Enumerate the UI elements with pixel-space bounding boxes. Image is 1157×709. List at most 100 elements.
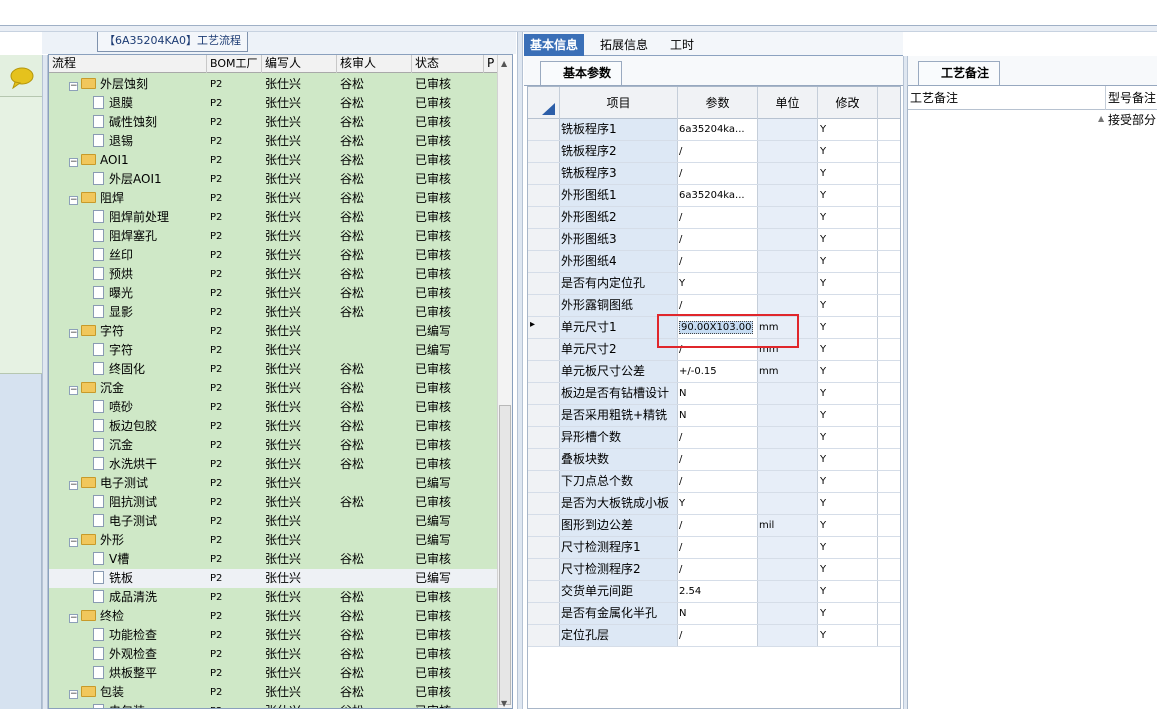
param-value-cell[interactable]: Y	[678, 273, 758, 294]
collapse-toggle-icon[interactable]: −	[69, 329, 78, 338]
tree-item-row[interactable]: 电包装 P2 张仕兴 谷松 已审核	[49, 702, 499, 708]
param-unit-cell[interactable]	[758, 405, 818, 426]
row-indicator[interactable]	[528, 295, 560, 316]
col-header-item[interactable]: 项目	[560, 87, 678, 119]
row-indicator[interactable]	[528, 493, 560, 514]
col-header-unit[interactable]: 单位	[758, 87, 818, 119]
param-row[interactable]: 叠板块数 / Y	[528, 449, 900, 471]
param-value-cell[interactable]: N	[678, 405, 758, 426]
param-unit-cell[interactable]	[758, 207, 818, 228]
tree-item-row[interactable]: 喷砂 P2 张仕兴 谷松 已审核	[49, 398, 499, 417]
param-row[interactable]: 图形到边公差 / mil Y	[528, 515, 900, 537]
collapse-toggle-icon[interactable]: −	[69, 614, 78, 623]
param-value-cell[interactable]: 2.54	[678, 581, 758, 602]
scroll-up-arrow-icon[interactable]: ▲	[501, 59, 507, 68]
row-indicator[interactable]	[528, 339, 560, 360]
param-unit-cell[interactable]	[758, 273, 818, 294]
row-indicator[interactable]	[528, 163, 560, 184]
collapse-toggle-icon[interactable]: −	[69, 481, 78, 490]
collapse-toggle-icon[interactable]: −	[69, 158, 78, 167]
param-unit-cell[interactable]	[758, 559, 818, 580]
tree-item-row[interactable]: 预烘 P2 张仕兴 谷松 已审核	[49, 265, 499, 284]
param-row[interactable]: 尺寸检测程序1/ Y	[528, 537, 900, 559]
tree-folder-row[interactable]: − 终检 P2 张仕兴 谷松 已审核	[49, 607, 499, 626]
row-indicator[interactable]	[528, 251, 560, 272]
param-modify-cell[interactable]: Y	[818, 383, 878, 404]
tree-item-row[interactable]: 成品清洗 P2 张仕兴 谷松 已审核	[49, 588, 499, 607]
param-row[interactable]: 铣板程序3/ Y	[528, 163, 900, 185]
param-row[interactable]: 是否有内定位孔 Y Y	[528, 273, 900, 295]
tree-item-row[interactable]: 阻抗测试 P2 张仕兴 谷松 已审核	[49, 493, 499, 512]
param-row[interactable]: 外形图纸3/ Y	[528, 229, 900, 251]
param-modify-cell[interactable]: Y	[818, 339, 878, 360]
collapse-toggle-icon[interactable]: −	[69, 82, 78, 91]
col-header-value[interactable]: 参数	[678, 87, 758, 119]
collapse-toggle-icon[interactable]: −	[69, 196, 78, 205]
param-row[interactable]: 异形槽个数 / Y	[528, 427, 900, 449]
row-indicator[interactable]	[528, 383, 560, 404]
param-value-cell[interactable]: /	[678, 427, 758, 448]
param-value-cell[interactable]: N	[678, 603, 758, 624]
param-row[interactable]: 交货单元间距 2.54 Y	[528, 581, 900, 603]
col-header-reviewer[interactable]: 核审人	[337, 55, 412, 73]
tree-item-row[interactable]: 烘板整平 P2 张仕兴 谷松 已审核	[49, 664, 499, 683]
row-indicator[interactable]	[528, 537, 560, 558]
row-indicator[interactable]	[528, 625, 560, 646]
tree-item-row[interactable]: 阻焊前处理 P2 张仕兴 谷松 已审核	[49, 208, 499, 227]
param-value-cell[interactable]: /	[678, 449, 758, 470]
tree-item-row[interactable]: 显影 P2 张仕兴 谷松 已审核	[49, 303, 499, 322]
param-value-cell[interactable]: 6a35204ka...	[678, 119, 758, 140]
tree-item-row[interactable]: 退锡 P2 张仕兴 谷松 已审核	[49, 132, 499, 151]
param-value-cell[interactable]: /	[678, 471, 758, 492]
tree-folder-row[interactable]: − 字符 P2 张仕兴 已编写	[49, 322, 499, 341]
param-row[interactable]: 外形图纸1 6a35204ka... Y	[528, 185, 900, 207]
param-unit-cell[interactable]	[758, 603, 818, 624]
col-header-status[interactable]: 状态	[412, 55, 484, 73]
param-unit-cell[interactable]	[758, 141, 818, 162]
param-unit-cell[interactable]	[758, 537, 818, 558]
tree-item-row[interactable]: 铣板 P2 张仕兴 已编写	[49, 569, 499, 588]
scroll-down-arrow-icon[interactable]: ▼	[501, 699, 507, 708]
col-header-process[interactable]: 流程	[49, 55, 207, 73]
param-row[interactable]: 是否采用粗铣+精铣 N Y	[528, 405, 900, 427]
param-row[interactable]: 是否有金属化半孔 N Y	[528, 603, 900, 625]
col-header-bom[interactable]: BOM工厂	[207, 55, 262, 73]
param-unit-cell[interactable]	[758, 625, 818, 646]
param-modify-cell[interactable]: Y	[818, 515, 878, 536]
row-indicator[interactable]	[528, 207, 560, 228]
param-unit-cell[interactable]	[758, 581, 818, 602]
param-modify-cell[interactable]: Y	[818, 427, 878, 448]
param-modify-cell[interactable]: Y	[818, 251, 878, 272]
param-row[interactable]: 单元板尺寸公差 +/-0.15 mm Y	[528, 361, 900, 383]
param-modify-cell[interactable]: Y	[818, 273, 878, 294]
tree-item-row[interactable]: 曝光 P2 张仕兴 谷松 已审核	[49, 284, 499, 303]
row-indicator[interactable]	[528, 273, 560, 294]
process-tree-scrollbar[interactable]: ▲ ▼	[497, 55, 512, 708]
col-header-modify[interactable]: 修改	[818, 87, 878, 119]
row-indicator[interactable]: ▸	[528, 317, 560, 338]
tree-folder-row[interactable]: − 阻焊 P2 张仕兴 谷松 已审核	[49, 189, 499, 208]
param-row[interactable]: 外形图纸4/ Y	[528, 251, 900, 273]
param-modify-cell[interactable]: Y	[818, 625, 878, 646]
param-unit-cell[interactable]	[758, 427, 818, 448]
basic-params-grid[interactable]: 项目 参数 单位 修改 铣板程序1 6a35204ka... Y 铣板程序2/Y 铣板程…	[527, 86, 901, 709]
param-unit-cell[interactable]	[758, 383, 818, 404]
param-modify-cell[interactable]: Y	[818, 163, 878, 184]
param-value-cell[interactable]: /	[678, 515, 758, 536]
row-indicator[interactable]	[528, 515, 560, 536]
notes-grid[interactable]: 工艺备注 型号备注 ▲ 接受部分	[907, 86, 1157, 709]
param-row[interactable]: 铣板程序2/ Y	[528, 141, 900, 163]
row-indicator[interactable]	[528, 119, 560, 140]
row-indicator[interactable]	[528, 449, 560, 470]
param-unit-cell[interactable]	[758, 449, 818, 470]
tree-item-row[interactable]: 外层AOI1 P2 张仕兴 谷松 已审核	[49, 170, 499, 189]
param-unit-cell[interactable]	[758, 471, 818, 492]
tab-process-notes[interactable]: 工艺备注	[918, 61, 1001, 85]
param-unit-cell[interactable]: mil	[758, 515, 818, 536]
row-indicator[interactable]	[528, 141, 560, 162]
scrollbar-thumb[interactable]	[499, 405, 511, 705]
param-modify-cell[interactable]: Y	[818, 581, 878, 602]
param-modify-cell[interactable]: Y	[818, 295, 878, 316]
tree-item-row[interactable]: 水洗烘干 P2 张仕兴 谷松 已审核	[49, 455, 499, 474]
row-indicator[interactable]	[528, 581, 560, 602]
